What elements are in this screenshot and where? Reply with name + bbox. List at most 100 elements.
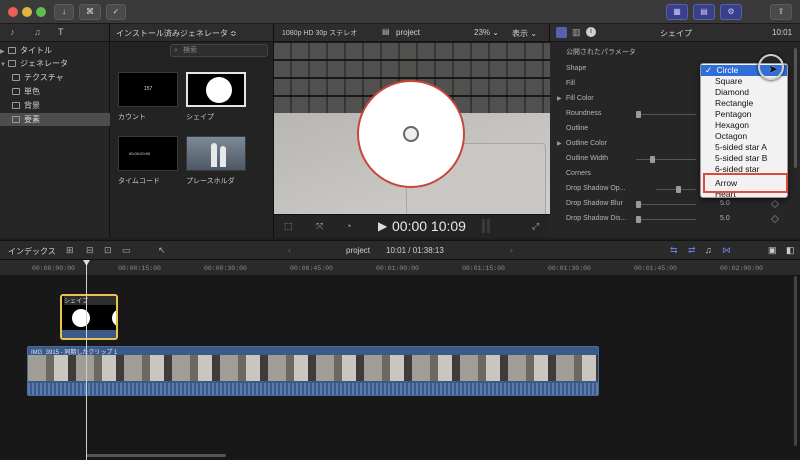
generator-thumb-shape[interactable] xyxy=(186,72,246,107)
menu-item-rectangle[interactable]: Rectangle xyxy=(701,98,787,109)
music-icon[interactable]: ♫ xyxy=(34,27,41,37)
generator-thumb-timecode[interactable]: 00:00:00:00 xyxy=(118,136,178,171)
sidebar-item-backgrounds[interactable]: 背景 xyxy=(0,99,110,112)
down-arrow-icon: ↓ xyxy=(62,7,66,16)
ruler-tick: 00:00:45:00 xyxy=(290,265,333,272)
disclosure-triangle-icon[interactable]: ▶ xyxy=(557,95,562,102)
forward-arrow-icon[interactable]: › xyxy=(510,245,513,255)
titles-generators-icon[interactable]: T xyxy=(58,27,64,37)
keyword-button[interactable]: ⌘ xyxy=(79,4,101,20)
info-icon[interactable]: i xyxy=(586,27,596,37)
menu-item-5-sided-star-b[interactable]: 5-sided star B xyxy=(701,153,787,164)
timeline-horizontal-scrollbar[interactable] xyxy=(86,454,226,457)
timeline-vertical-scrollbar[interactable] xyxy=(794,276,797,446)
circle-thumb-icon xyxy=(72,309,90,327)
audio-meter-icon xyxy=(482,219,492,233)
skimming-icon[interactable]: ⇆ xyxy=(670,245,678,256)
effects-browser-icon[interactable]: ◧ xyxy=(786,245,795,256)
headphones-icon[interactable]: ♫ xyxy=(705,245,712,255)
background-tasks-button[interactable]: ✓ xyxy=(106,4,126,20)
search-input[interactable]: ⌕ 検索 xyxy=(170,44,268,57)
back-arrow-icon[interactable]: ‹ xyxy=(288,245,291,255)
transform-handle-icon[interactable] xyxy=(403,126,419,142)
minimize-window-button[interactable] xyxy=(22,7,32,17)
close-window-button[interactable] xyxy=(8,7,18,17)
zoom-dropdown[interactable]: 23% ⌄ xyxy=(474,28,499,37)
timeline-ruler[interactable]: 00:00:00:00 00:00:15:00 00:00:30:00 00:0… xyxy=(0,260,800,276)
param-value[interactable]: 5.0 xyxy=(720,200,730,207)
viewer-canvas[interactable] xyxy=(274,43,550,233)
import-button[interactable]: ↓ xyxy=(54,4,74,20)
outline-width-slider[interactable] xyxy=(636,156,696,163)
menu-item-octagon[interactable]: Octagon xyxy=(701,131,787,142)
param-label: Drop Shadow Op... xyxy=(566,185,626,192)
film-icon[interactable]: ▥ xyxy=(572,27,581,38)
param-value[interactable]: 5.0 xyxy=(720,215,730,222)
snapping-icon[interactable]: ⋈ xyxy=(722,245,731,256)
generator-inspector-tab[interactable] xyxy=(556,27,567,38)
transform-tool-icon[interactable]: ⤧ xyxy=(316,221,323,232)
circle-shape[interactable] xyxy=(357,80,465,188)
clip-appearance-icon[interactable]: ▣ xyxy=(768,245,777,256)
menu-item-hexagon[interactable]: Hexagon xyxy=(701,120,787,131)
fullscreen-icon[interactable]: ⤢ xyxy=(532,221,539,232)
inspector-scrollbar[interactable] xyxy=(794,48,797,168)
share-button[interactable]: ⇪ xyxy=(770,4,792,20)
menu-item-diamond[interactable]: Diamond xyxy=(701,87,787,98)
drop-shadow-distance-slider[interactable] xyxy=(636,216,696,223)
inspector-toggle-button[interactable]: ⚙ xyxy=(720,4,742,20)
thumb-overlay-text: 157 xyxy=(144,86,153,92)
drop-shadow-opacity-slider[interactable] xyxy=(656,186,696,193)
browser-toggle-button[interactable]: ▦ xyxy=(666,4,688,20)
audio-skimming-icon[interactable]: ⇄ xyxy=(688,245,696,256)
menu-item-5-sided-star-a[interactable]: 5-sided star A xyxy=(701,142,787,153)
roundness-slider[interactable] xyxy=(636,111,696,118)
inspector-title: シェイプ xyxy=(660,29,692,38)
slider-knob[interactable] xyxy=(650,156,655,163)
playhead[interactable] xyxy=(83,260,90,460)
append-clip-icon[interactable]: ⊡ xyxy=(104,245,112,256)
slider-knob[interactable] xyxy=(676,186,681,193)
photos-icon[interactable]: ♪ xyxy=(10,27,15,37)
disclosure-triangle-icon[interactable]: ▶ xyxy=(557,140,562,147)
index-button[interactable]: インデックス xyxy=(8,246,56,257)
clapper-icon: ▤ xyxy=(382,27,390,36)
play-button[interactable]: ▶ xyxy=(378,219,387,233)
shape-clip[interactable]: シェイプ xyxy=(60,294,118,340)
timeline-toggle-button[interactable]: ▤ xyxy=(693,4,715,20)
param-drop-shadow-blur[interactable]: Drop Shadow Blur 5.0 xyxy=(550,197,786,212)
video-clip[interactable]: IMG_3915 - 同期したクリップ 1 xyxy=(27,346,599,396)
sidebar-item-generators[interactable]: ▼ ジェネレータ xyxy=(0,57,110,70)
sidebar-item-label: タイトル xyxy=(20,46,52,55)
sidebar-item-label: 背景 xyxy=(24,101,40,110)
menu-item-pentagon[interactable]: Pentagon xyxy=(701,109,787,120)
view-dropdown[interactable]: 表示 ⌄ xyxy=(512,28,537,39)
folder-icon xyxy=(12,74,20,81)
slider-knob[interactable] xyxy=(636,111,641,118)
overwrite-clip-icon[interactable]: ▭ xyxy=(122,245,131,256)
insert-clip-icon[interactable]: ⊟ xyxy=(86,245,94,256)
crop-tool-icon[interactable]: ⬚ xyxy=(284,221,293,232)
select-tool-icon[interactable]: ↖ xyxy=(158,245,166,256)
generator-thumb-counting[interactable]: 157 xyxy=(118,72,178,107)
keyframe-icon[interactable] xyxy=(770,214,780,224)
ruler-tick: 00:01:00:00 xyxy=(376,265,419,272)
zoom-window-button[interactable] xyxy=(36,7,46,17)
param-label: Drop Shadow Blur xyxy=(566,200,623,207)
timeline-tracks[interactable]: シェイプ IMG_3915 - 同期したクリップ 1 xyxy=(0,276,800,460)
param-drop-shadow-distance[interactable]: Drop Shadow Dis... 5.0 xyxy=(550,212,786,227)
slider-knob[interactable] xyxy=(636,216,641,223)
sidebar-item-solids[interactable]: 単色 xyxy=(0,85,110,98)
sidebar-item-titles[interactable]: ▶ タイトル xyxy=(0,44,110,57)
keyframe-icon[interactable] xyxy=(770,199,780,209)
drop-shadow-blur-slider[interactable] xyxy=(636,201,696,208)
slider-knob[interactable] xyxy=(636,201,641,208)
sidebar-item-elements[interactable]: 要素 xyxy=(0,113,110,126)
library-sidebar: ♪ ♫ T ▶ タイトル ▼ ジェネレータ テクスチャ 単色 背景 要素 xyxy=(0,24,110,238)
connect-clip-icon[interactable]: ⊞ xyxy=(66,245,74,256)
browser-title[interactable]: インストール済みジェネレータ ≎ xyxy=(116,28,237,39)
sidebar-item-textures[interactable]: テクスチャ xyxy=(0,71,110,84)
speed-tool-icon[interactable]: ◔ xyxy=(346,221,351,231)
generator-thumb-placeholder[interactable] xyxy=(186,136,246,171)
grid-icon: ▦ xyxy=(673,7,681,16)
